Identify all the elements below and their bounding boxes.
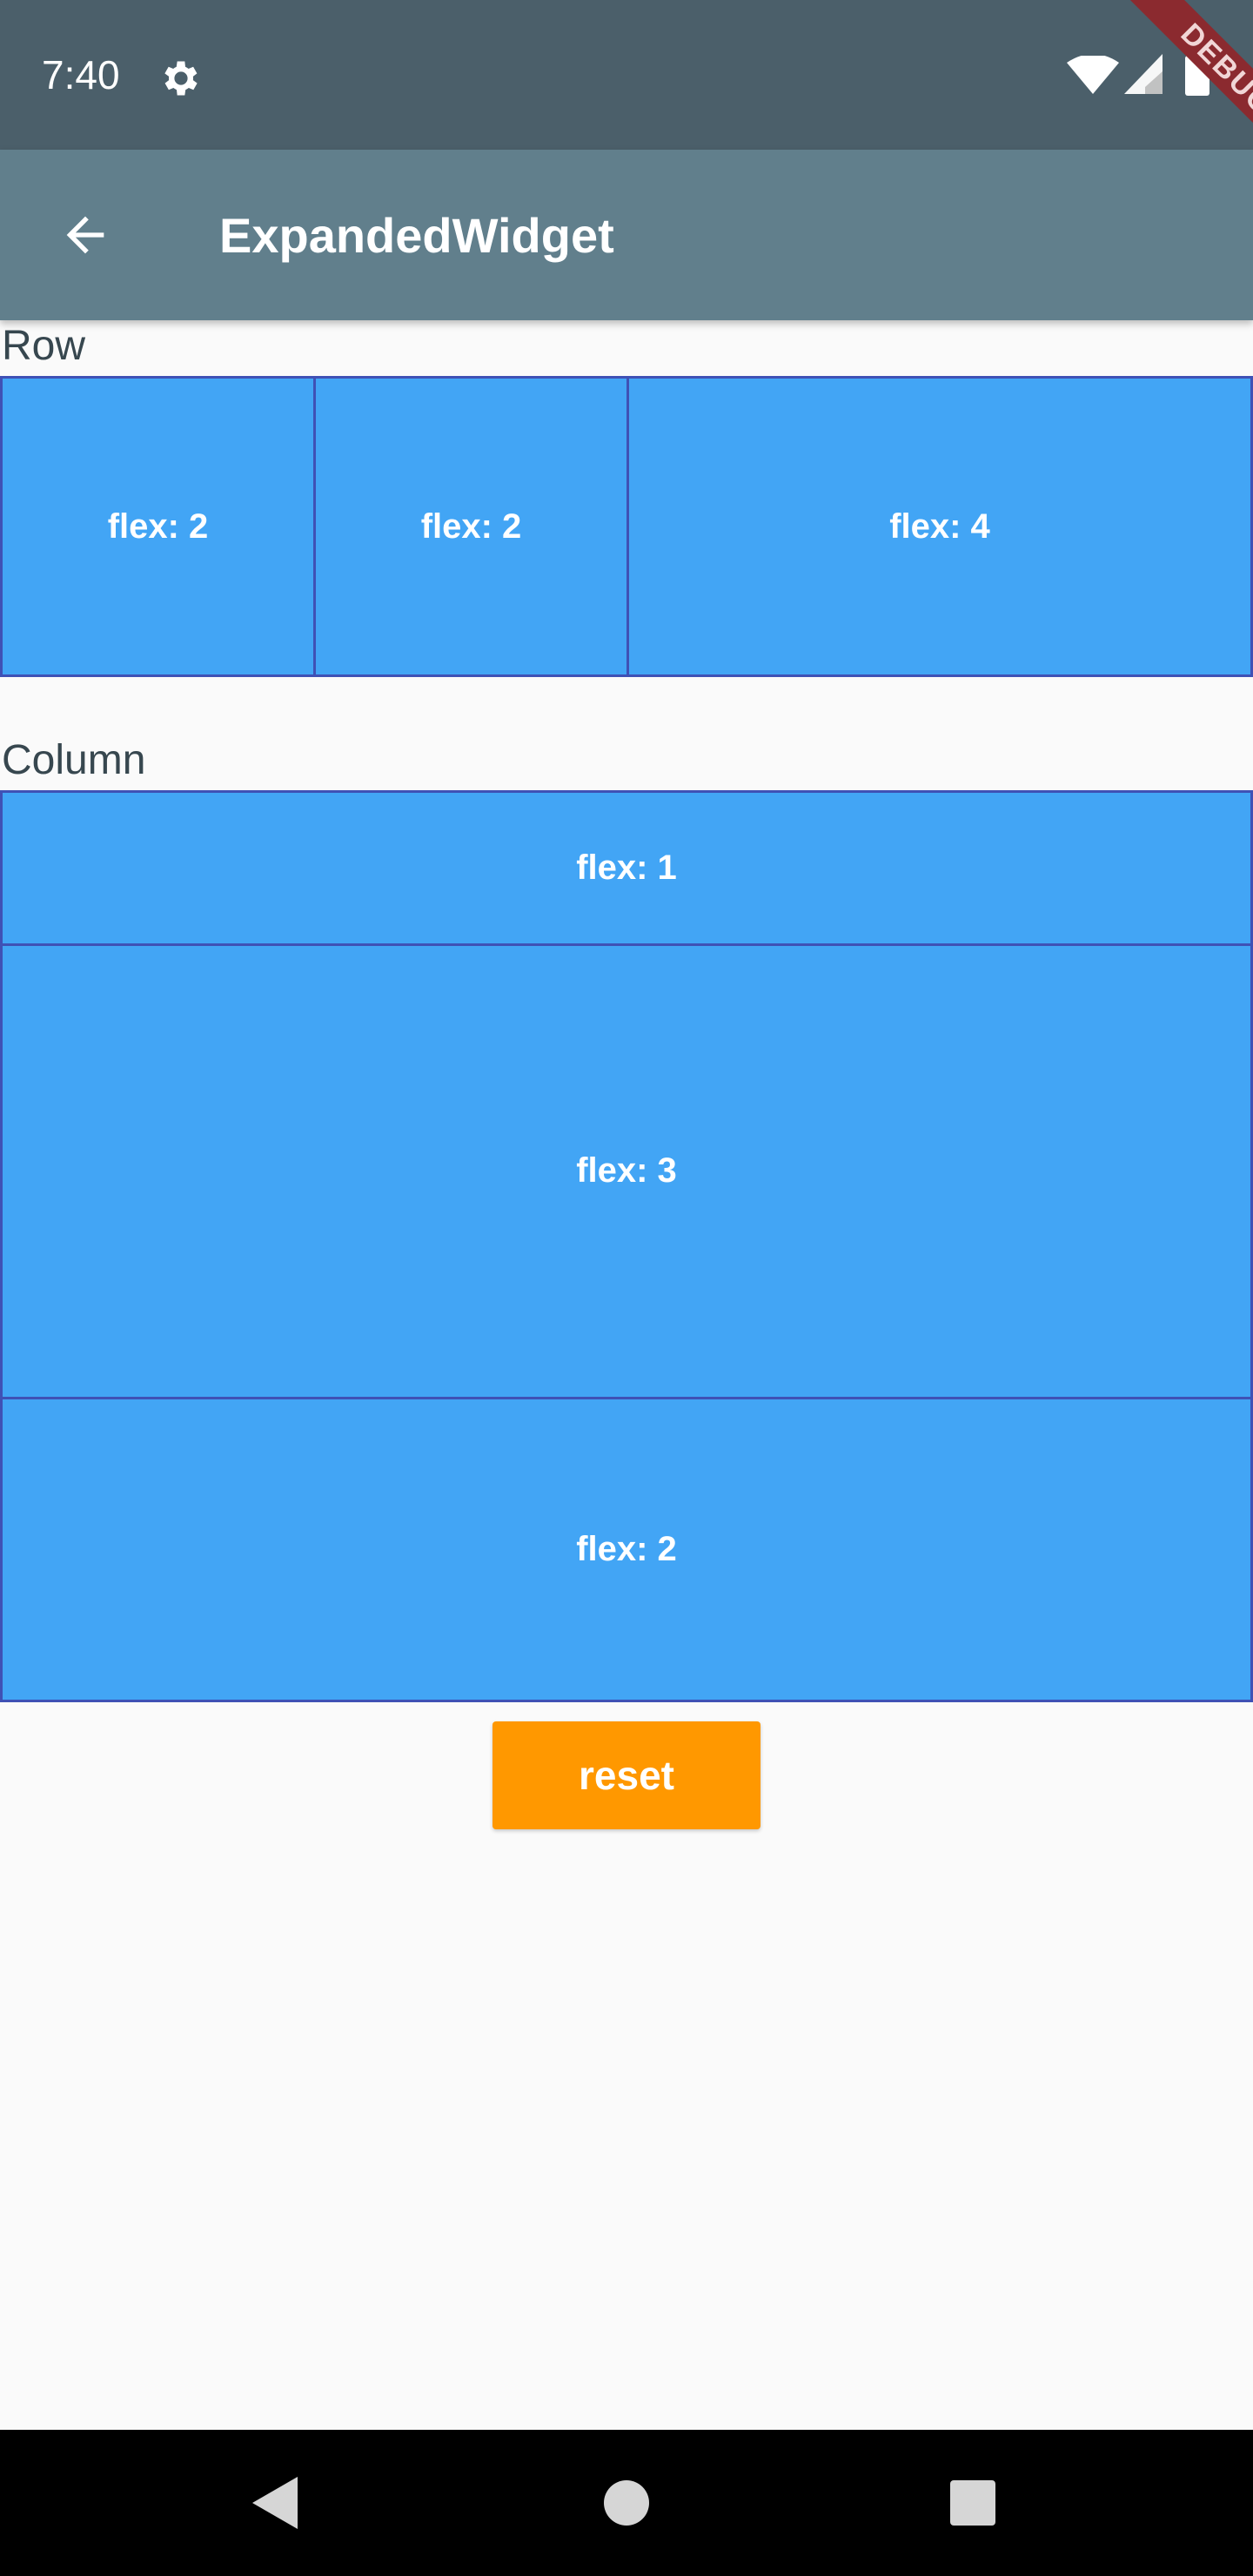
home-circle-icon[interactable] [602,2479,651,2527]
column-flex-box-label: flex: 3 [576,1151,677,1191]
arrow-back-icon [66,216,104,254]
page-title: ExpandedWidget [219,208,614,263]
recents-square-icon[interactable] [950,2480,995,2526]
row-flex-box-label: flex: 2 [107,506,209,546]
column-flex-box: flex: 1 [0,790,1253,946]
column-container: flex: 1 flex: 3 flex: 2 [0,790,1253,1702]
back-triangle-icon[interactable] [249,2473,301,2532]
column-flex-box-label: flex: 1 [576,848,677,887]
status-time: 7:40 [42,52,120,97]
app-bar: ExpandedWidget [0,150,1253,320]
row-flex-box: flex: 2 [0,376,316,677]
screen: 7:40 DEBUG ExpandedWidget Row flex: 2 fl… [0,0,1253,2576]
column-flex-box-label: flex: 2 [576,1529,677,1568]
status-bar: 7:40 DEBUG [0,0,1253,188]
back-button[interactable] [31,181,139,289]
column-section-label: Column [2,737,146,783]
reset-button[interactable]: reset [492,1721,761,1829]
row-flex-box: flex: 2 [316,376,629,677]
row-flex-box-label: flex: 4 [889,506,990,546]
settings-gear-icon [164,61,198,96]
row-flex-box-label: flex: 2 [420,506,522,546]
row-flex-box: flex: 4 [629,376,1253,677]
row-container: flex: 2 flex: 2 flex: 4 [0,376,1253,677]
column-flex-box: flex: 3 [0,945,1253,1399]
row-section-label: Row [2,323,86,369]
system-nav-bar [0,2430,1253,2576]
column-flex-box: flex: 2 [0,1399,1253,1702]
